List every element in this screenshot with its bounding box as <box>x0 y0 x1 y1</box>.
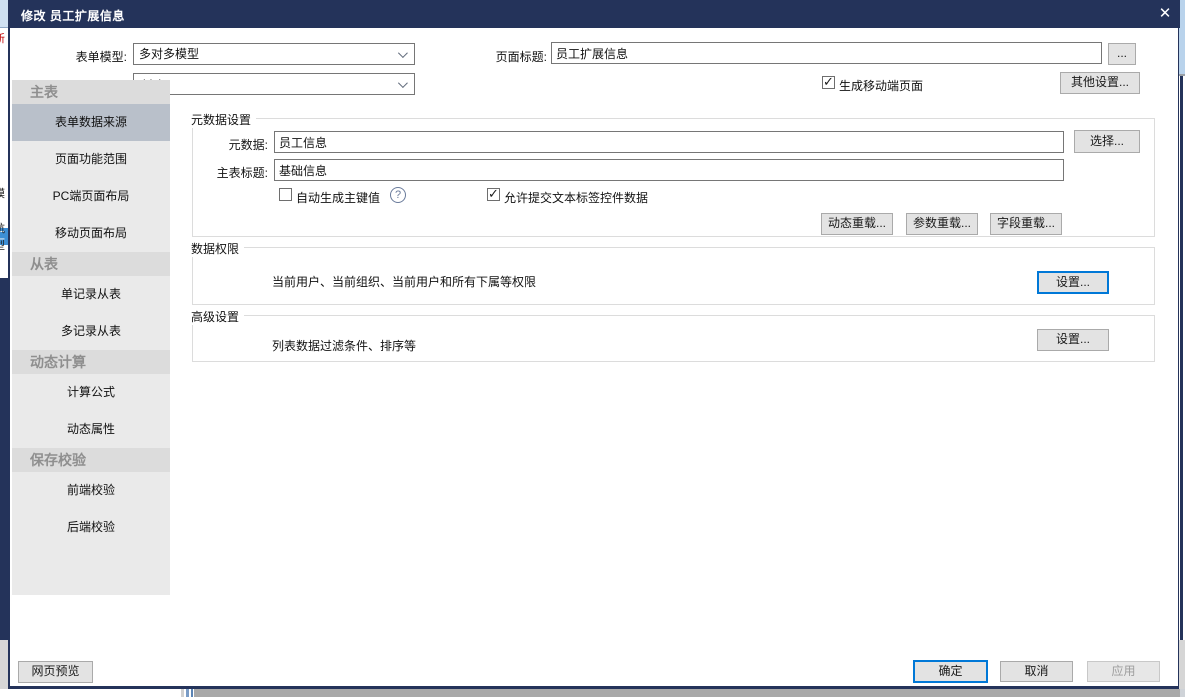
advanced-settings-button[interactable]: 设置... <box>1037 329 1109 351</box>
sidebar-item-form-data-source[interactable]: 表单数据来源 <box>12 104 170 141</box>
sidebar-item-frontend-validation[interactable]: 前端校验 <box>12 472 170 509</box>
dialog-titlebar: 修改 员工扩展信息 ✕ <box>8 0 1180 28</box>
page-title-input[interactable] <box>551 42 1102 64</box>
sidebar-item-backend-validation[interactable]: 后端校验 <box>12 509 170 546</box>
sidebar-item-calc-formula[interactable]: 计算公式 <box>12 374 170 411</box>
auto-pk-checkbox-label: 自动生成主键值 <box>296 189 380 206</box>
close-icon[interactable]: ✕ <box>1148 0 1182 28</box>
help-icon[interactable]: ? <box>390 187 406 203</box>
form-model-select[interactable]: 多对多模型 <box>133 43 415 65</box>
background-text-fragment: 航 <box>0 220 5 236</box>
metadata-settings-group-title: 元数据设置 <box>191 111 256 128</box>
sidebar-item-page-function-scope[interactable]: 页面功能范围 <box>12 141 170 178</box>
mobile-page-checkbox-label: 生成移动端页面 <box>839 77 923 94</box>
data-permission-settings-button[interactable]: 设置... <box>1037 271 1109 294</box>
mobile-page-checkbox[interactable] <box>822 76 835 89</box>
sidebar-section-dynamic-calc: 动态计算 <box>12 350 170 374</box>
sidebar-section-main-table: 主表 <box>12 80 170 104</box>
dialog-title: 修改 员工扩展信息 <box>21 7 125 24</box>
advanced-settings-group-title: 高级设置 <box>191 308 244 325</box>
web-preview-button[interactable]: 网页预览 <box>18 661 93 683</box>
allow-text-label-checkbox[interactable] <box>487 188 500 201</box>
taskbar-sliver <box>186 689 189 697</box>
data-connection-select[interactable]: ddsl <box>133 73 415 95</box>
taskbar-bar-end <box>1180 689 1185 697</box>
metadata-input[interactable] <box>274 131 1064 153</box>
sidebar-item-single-record-subtable[interactable]: 单记录从表 <box>12 276 170 313</box>
form-model-value: 多对多模型 <box>139 47 199 61</box>
background-window-left-edge: 新 模 工 航 型 <box>0 28 8 697</box>
auto-pk-checkbox[interactable] <box>279 188 292 201</box>
data-permission-description: 当前用户、当前组织、当前用户和所有下属等权限 <box>272 273 536 290</box>
dynamic-reload-button[interactable]: 动态重载... <box>821 213 893 235</box>
metadata-label: 元数据: <box>210 136 268 153</box>
form-model-label: 表单模型: <box>40 48 127 65</box>
background-window-corner <box>0 0 8 28</box>
sidebar-item-mobile-layout[interactable]: 移动页面布局 <box>12 215 170 252</box>
background-window-right-edge <box>1180 76 1183 640</box>
background-text-fragment: 模 <box>0 185 5 201</box>
taskbar-bar <box>194 689 1180 697</box>
ok-button[interactable]: 确定 <box>913 660 988 683</box>
main-table-title-input[interactable] <box>274 159 1064 181</box>
background-text-fragment: 型 <box>0 237 5 253</box>
sidebar-section-save-validation: 保存校验 <box>12 448 170 472</box>
background-panel <box>0 278 8 668</box>
chevron-down-icon <box>398 48 408 58</box>
advanced-settings-description: 列表数据过滤条件、排序等 <box>272 337 416 354</box>
taskbar-sliver <box>181 689 184 697</box>
sidebar-item-multi-record-subtable[interactable]: 多记录从表 <box>12 313 170 350</box>
sidebar: 主表 表单数据来源 页面功能范围 PC端页面布局 移动页面布局 从表 单记录从表… <box>12 80 170 595</box>
other-settings-button[interactable]: 其他设置... <box>1060 72 1140 94</box>
screen: 新 模 工 航 型 修改 员工扩展信息 ✕ 表单模型: 多对多模型 页面标题: … <box>0 0 1185 697</box>
main-table-title-label: 主表标题: <box>198 164 268 181</box>
apply-button: 应用 <box>1087 661 1160 682</box>
taskbar-sliver <box>191 689 193 697</box>
page-title-browse-button[interactable]: ... <box>1108 43 1136 65</box>
sidebar-section-sub-table: 从表 <box>12 252 170 276</box>
field-reload-button[interactable]: 字段重载... <box>990 213 1062 235</box>
chevron-down-icon <box>398 78 408 88</box>
sidebar-item-dynamic-attrs[interactable]: 动态属性 <box>12 411 170 448</box>
page-title-label: 页面标题: <box>480 48 547 65</box>
metadata-select-button[interactable]: 选择... <box>1074 130 1140 153</box>
data-permission-group-title: 数据权限 <box>191 240 244 257</box>
allow-text-label-checkbox-label: 允许提交文本标签控件数据 <box>504 189 648 206</box>
param-reload-button[interactable]: 参数重载... <box>906 213 978 235</box>
taskbar-strip <box>0 689 1185 697</box>
sidebar-item-pc-layout[interactable]: PC端页面布局 <box>12 178 170 215</box>
cancel-button[interactable]: 取消 <box>1000 661 1073 682</box>
background-text-fragment: 新 <box>0 30 5 46</box>
